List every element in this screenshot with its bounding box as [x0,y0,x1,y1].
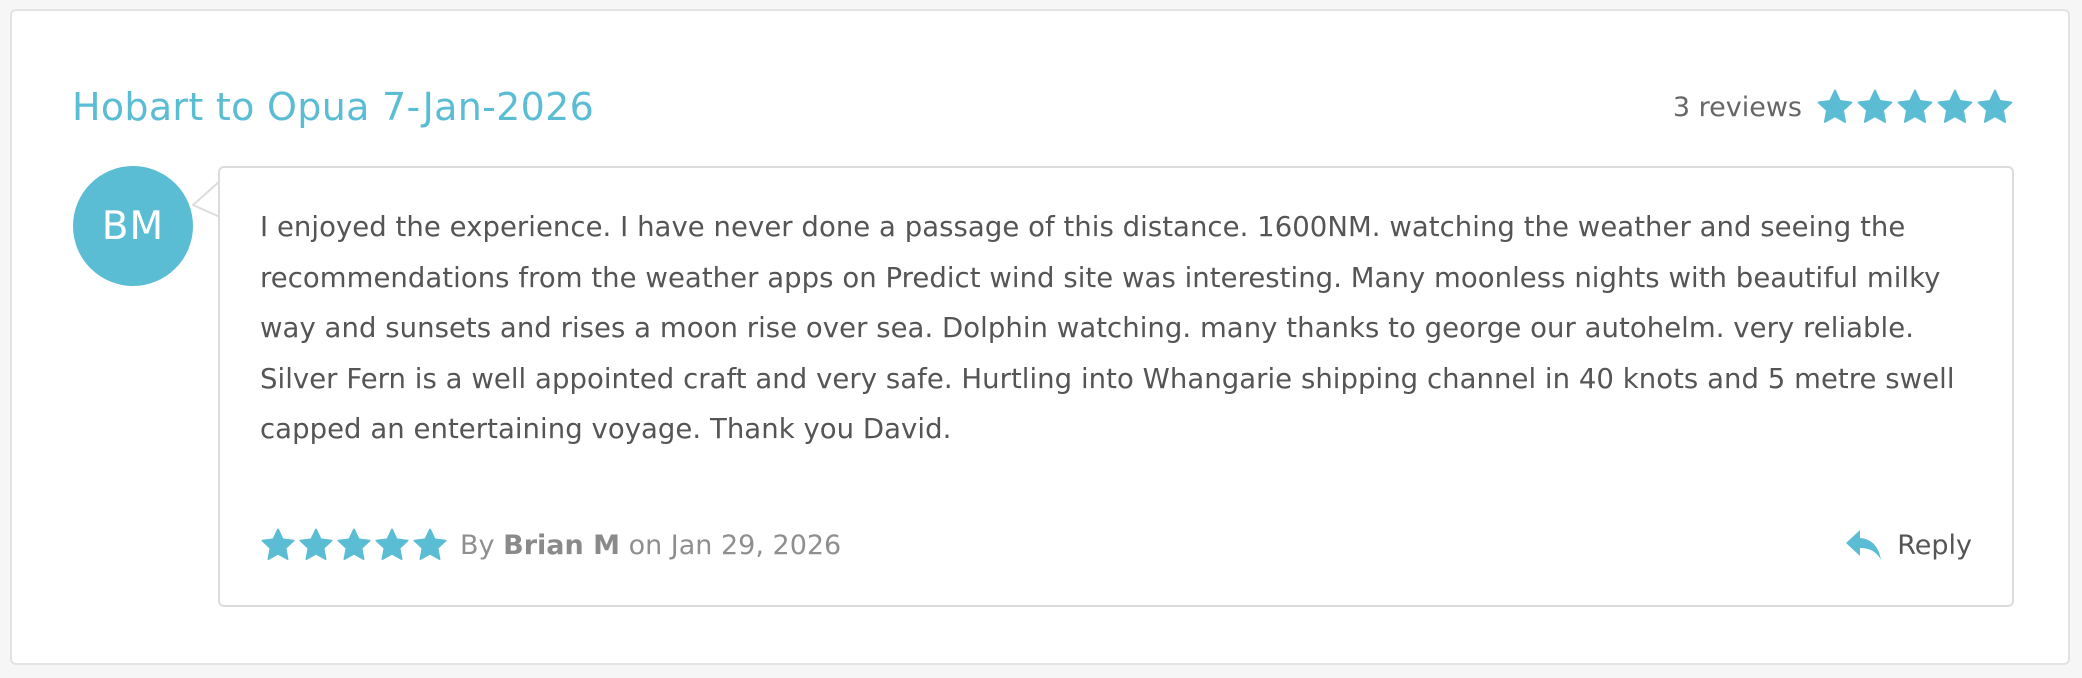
star-icon [1937,89,1973,123]
trip-title: Hobart to Opua 7-Jan-2026 [72,85,595,129]
star-icon [1977,89,2013,123]
review-card: Hobart to Opua 7-Jan-2026 3 reviews BM I… [10,9,2070,665]
star-icon [299,528,333,560]
star-icon [1857,89,1893,123]
avatar: BM [73,166,193,286]
rating-summary: 3 reviews [1673,75,2016,139]
star-icon [375,528,409,560]
star-icon [261,528,295,560]
review-date: Jan 29, 2026 [670,529,842,561]
review-rating-stars [260,527,450,563]
on-label: on [628,529,663,561]
star-icon [337,528,371,560]
star-icon [1817,89,1853,123]
reply-arrow-icon [1846,530,1882,560]
reply-button[interactable]: Reply [1845,525,1972,565]
review-bubble: I enjoyed the experience. I have never d… [218,166,2014,607]
review-author: Brian M [503,529,620,561]
review-count[interactable]: 3 reviews [1673,92,1802,123]
review-text: I enjoyed the experience. I have never d… [260,211,1955,445]
overall-rating-stars [1816,88,2016,126]
review-meta: By Brian M on Jan 29, 2026 [260,525,841,565]
star-icon [413,528,447,560]
reply-label: Reply [1897,529,1972,561]
review-byline: By Brian M on Jan 29, 2026 [460,530,841,561]
star-icon [1897,89,1933,123]
by-label: By [460,529,495,561]
